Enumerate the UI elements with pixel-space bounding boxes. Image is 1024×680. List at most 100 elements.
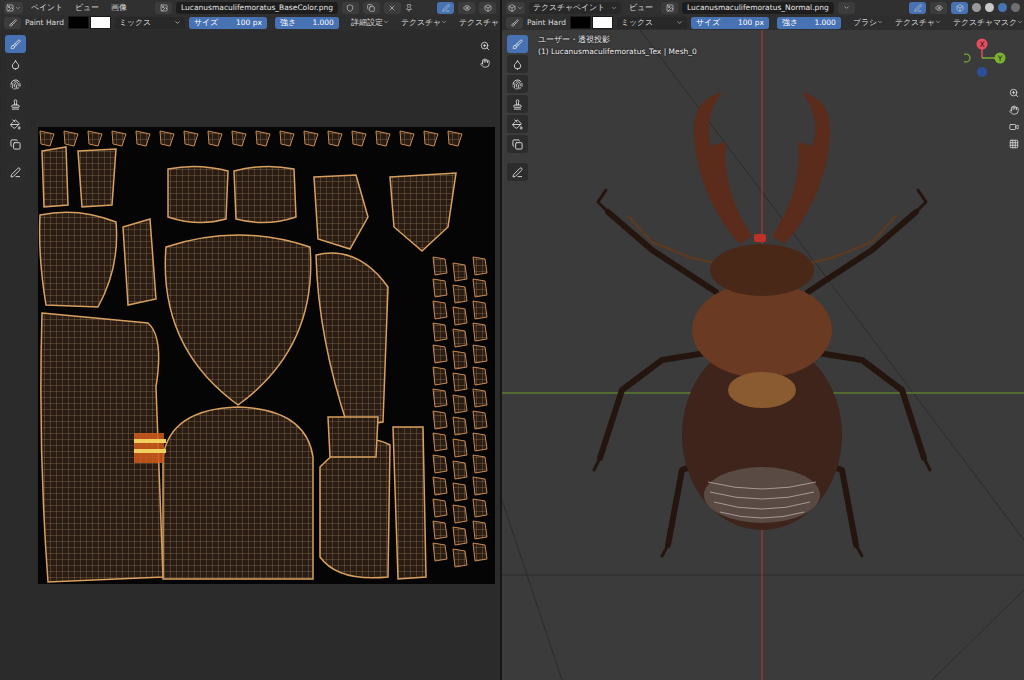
rendered-shading-button[interactable] bbox=[1011, 3, 1020, 12]
blender-window: ペイントビュー画像Lucanusmaculifemoratus_BaseColo… bbox=[0, 0, 1024, 680]
tool-settings-menu[interactable]: テクスチャ bbox=[397, 18, 451, 28]
image-editor: ペイントビュー画像 Lucanusmaculifemoratus_BaseColo… bbox=[0, 0, 500, 680]
color-swatch[interactable] bbox=[68, 16, 89, 29]
smear-tool-button[interactable] bbox=[507, 75, 528, 93]
tool-settings-menu[interactable]: テクスチャ bbox=[455, 18, 500, 28]
eye-icon bbox=[463, 4, 471, 12]
brush-name[interactable]: Paint Hard bbox=[25, 18, 64, 27]
editor-type-dropdown[interactable] bbox=[4, 2, 23, 14]
3d-viewport-scene[interactable] bbox=[502, 30, 1024, 680]
tool-settings-menu[interactable]: テクスチャ bbox=[891, 18, 945, 28]
tool-icon-dropdown[interactable] bbox=[506, 17, 523, 29]
unlink-image-button[interactable] bbox=[384, 2, 401, 14]
soften-icon bbox=[10, 59, 21, 70]
blend-dropdown[interactable]: ミックス bbox=[115, 17, 185, 29]
size-slider[interactable]: サイズ100 px bbox=[691, 17, 769, 29]
zoom-icon bbox=[480, 41, 490, 51]
perspective-toggle[interactable] bbox=[1007, 137, 1021, 151]
tool-settings-menu[interactable]: テクスチャマスク bbox=[949, 18, 1024, 28]
material-shading-button[interactable] bbox=[998, 3, 1007, 12]
size-slider[interactable]: サイズ100 px bbox=[189, 17, 267, 29]
chevron-down-icon bbox=[517, 5, 523, 11]
chevron-down-icon bbox=[611, 5, 617, 11]
overlay-icon bbox=[956, 4, 964, 12]
view-navigation bbox=[478, 39, 492, 70]
header-menu[interactable]: ビュー bbox=[625, 3, 657, 13]
annotate-tool-button[interactable] bbox=[5, 163, 26, 181]
mask-tool-button[interactable] bbox=[507, 135, 528, 153]
new-image-button[interactable] bbox=[363, 2, 380, 14]
draw-tool-button[interactable] bbox=[507, 35, 528, 53]
chevron-down-icon bbox=[383, 19, 389, 25]
overlay-toggle[interactable] bbox=[479, 2, 496, 14]
navigation-gizmo[interactable]: XY bbox=[964, 34, 1014, 84]
camera-view-button[interactable] bbox=[1007, 120, 1021, 134]
uv-sync-button[interactable] bbox=[437, 2, 454, 14]
editor-type-dropdown[interactable] bbox=[506, 2, 525, 14]
overlay-toggle[interactable] bbox=[951, 2, 968, 14]
header-menu[interactable]: ペイント bbox=[27, 3, 67, 13]
soften-tool-button[interactable] bbox=[5, 55, 26, 73]
chevron-down-icon bbox=[15, 5, 21, 11]
tool-settings-menu[interactable]: ブラシ bbox=[849, 18, 887, 28]
chevron-down-icon bbox=[174, 19, 181, 26]
clone-icon bbox=[512, 99, 523, 110]
pin-icon[interactable] bbox=[405, 4, 413, 12]
view-name: ユーザー・透視投影 bbox=[538, 35, 697, 45]
mask-icon bbox=[512, 139, 523, 150]
wireframe-shading-button[interactable] bbox=[972, 3, 981, 12]
viewport-info: ユーザー・透視投影(1) Lucanusmaculifemoratus_Tex … bbox=[538, 35, 697, 56]
pen-icon bbox=[442, 4, 450, 12]
annotate-tool-button[interactable] bbox=[507, 163, 528, 181]
color-swatch[interactable] bbox=[570, 16, 591, 29]
draw-tool-button[interactable] bbox=[5, 35, 26, 53]
soften-tool-button[interactable] bbox=[507, 55, 528, 73]
mask-tool-button[interactable] bbox=[5, 135, 26, 153]
zoom-button[interactable] bbox=[478, 39, 492, 53]
zoom-button[interactable] bbox=[1007, 86, 1021, 100]
blend-dropdown[interactable]: ミックス bbox=[617, 17, 687, 29]
image-name-field[interactable]: Lucanusmaculifemoratus_BaseColor.png bbox=[176, 2, 338, 14]
transform-orientation-button[interactable] bbox=[909, 2, 926, 14]
tool-icon-dropdown[interactable] bbox=[4, 17, 21, 29]
header-menu[interactable]: ビュー bbox=[71, 3, 103, 13]
fill-tool-button[interactable] bbox=[507, 115, 528, 133]
fill-icon bbox=[10, 119, 21, 130]
draw-icon bbox=[10, 39, 21, 50]
brush-name[interactable]: Paint Hard bbox=[527, 18, 566, 27]
clone-tool-button[interactable] bbox=[507, 95, 528, 113]
axis-label: X bbox=[979, 40, 984, 49]
annotate-icon bbox=[10, 167, 21, 178]
fake-user-button[interactable] bbox=[342, 2, 359, 14]
3d-viewport: テクスチャペイントビュー Lucanusmaculifemoratus_Norma… bbox=[502, 0, 1024, 680]
tool-settings-menu[interactable]: 詳細設定 bbox=[347, 18, 393, 28]
solid-shading-button[interactable] bbox=[985, 3, 994, 12]
gizmo-toggle[interactable] bbox=[458, 2, 475, 14]
tool-shelf bbox=[5, 35, 26, 181]
pen-icon bbox=[914, 4, 922, 12]
smear-tool-button[interactable] bbox=[5, 75, 26, 93]
image-browse-button[interactable] bbox=[661, 2, 678, 14]
header-menu[interactable]: 画像 bbox=[107, 3, 131, 13]
color-swatches bbox=[68, 16, 111, 29]
uv-texture-canvas[interactable] bbox=[38, 127, 495, 584]
viewport-header: テクスチャペイントビュー Lucanusmaculifemoratus_Norma… bbox=[502, 0, 1024, 15]
chevron-down-icon bbox=[676, 19, 683, 26]
view-navigation bbox=[1007, 86, 1021, 151]
pan-button[interactable] bbox=[478, 56, 492, 70]
draw-icon bbox=[512, 39, 523, 50]
image-name-field[interactable]: Lucanusmaculifemoratus_Normal.png bbox=[682, 2, 834, 14]
mode-dropdown[interactable]: テクスチャペイント bbox=[529, 2, 621, 14]
fill-tool-button[interactable] bbox=[5, 115, 26, 133]
image-browse-button[interactable] bbox=[155, 2, 172, 14]
clone-tool-button[interactable] bbox=[5, 95, 26, 113]
color-swatch[interactable] bbox=[592, 16, 613, 29]
tool-shelf bbox=[507, 35, 528, 181]
slot-dropdown[interactable] bbox=[838, 2, 855, 14]
color-swatches bbox=[570, 16, 613, 29]
visibility-button[interactable] bbox=[930, 2, 947, 14]
color-swatch[interactable] bbox=[90, 16, 111, 29]
pan-button[interactable] bbox=[1007, 103, 1021, 117]
strength-slider[interactable]: 強さ1.000 bbox=[777, 17, 841, 29]
strength-slider[interactable]: 強さ1.000 bbox=[275, 17, 339, 29]
